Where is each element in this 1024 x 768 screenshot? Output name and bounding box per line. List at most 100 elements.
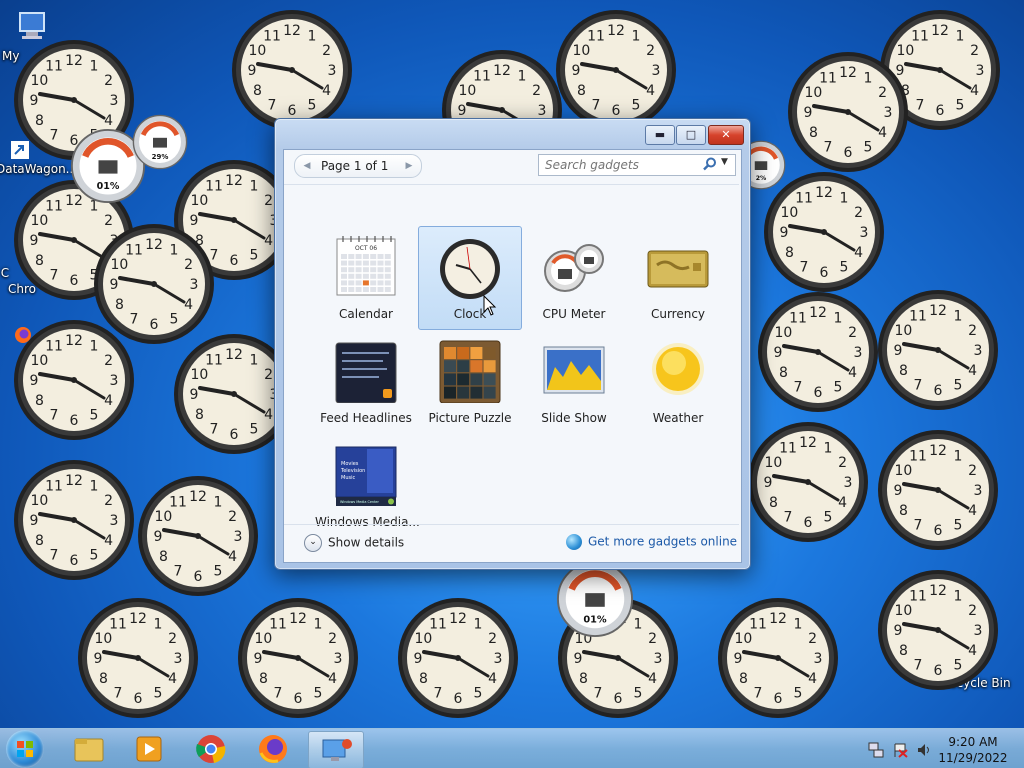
clock-numeral: 10 [894,323,912,339]
taskbar-media-player[interactable] [122,731,176,767]
clock-numeral: 10 [254,631,272,647]
puzzle-piece [483,373,496,386]
clock-numeral: 2 [878,85,887,101]
clock-numeral: 1 [840,190,849,206]
puzzle-piece [444,373,456,386]
clock-numeral: 10 [190,367,208,383]
calendar-day-cell [377,254,384,259]
network-icon[interactable] [868,742,884,758]
clock-numeral: 9 [774,345,783,361]
clock-numeral: 7 [114,686,123,702]
clock-numeral: 1 [954,448,963,464]
clock-numeral: 10 [894,463,912,479]
clock-numeral: 2 [104,73,113,89]
clock-numeral: 4 [328,671,337,687]
calendar-day-cell [348,287,355,292]
gadget-tile-calendar[interactable]: OCT 06 Calendar [314,226,418,330]
desktop-cpu-meter-gadget[interactable]: 01% [556,560,634,638]
calendar-day-cell [355,260,362,266]
clock-numeral: 9 [764,475,773,491]
desktop-clock-gadget[interactable]: 12 12 3 45678 9 1011 [12,458,136,582]
close-button[interactable]: ✕ [708,125,744,145]
clock-numeral: 10 [110,257,128,273]
taskbar-chrome[interactable] [184,731,238,767]
desktop-clock-gadget[interactable]: 12 12 3 45678 9 1011 [876,288,1000,412]
gadget-tile-cpu-meter[interactable]: CPU Meter [522,226,626,330]
desktop-clock-gadget[interactable]: 12 12 3 45678 9 1011 [716,596,840,720]
gadget-tile-clock[interactable]: Clock [418,226,522,330]
clock-numeral: 6 [70,273,79,289]
next-page-icon[interactable]: ▶ [399,155,419,177]
desktop-clock-gadget[interactable]: 12 12 3 45678 9 1011 [756,290,880,414]
desktop-clock-gadget[interactable]: 12 12 3 45678 9 1011 [396,596,520,720]
gadget-tile-windows-media[interactable]: Movies Television Music Windows Media Ce… [314,434,420,538]
clock-numeral: 4 [854,245,863,261]
start-button[interactable] [6,730,44,768]
clock-numeral: 2 [648,631,657,647]
prev-page-icon[interactable]: ◀ [297,155,317,177]
search-box[interactable]: ▼ [538,154,736,176]
clock-numeral: 2 [488,631,497,647]
clock-numeral: 3 [174,651,183,667]
desktop-clock-gadget[interactable]: 12 12 3 45678 9 1011 [136,474,260,598]
desktop-clock-gadget[interactable]: 12 12 3 45678 9 1011 [876,428,1000,552]
clock-numeral: 11 [909,588,927,604]
clock-numeral: 9 [110,277,119,293]
gadget-tile-weather[interactable]: Weather [626,330,730,434]
clock-numeral: 1 [154,616,163,632]
calendar-day-cell [370,267,377,273]
clock-numeral: 1 [954,588,963,604]
cursor-icon [483,295,497,316]
get-more-gadgets-link[interactable]: Get more gadgets online [566,534,737,550]
desktop-cpu-meter-gadget[interactable]: 29% [132,114,188,170]
taskbar: 9:20 AM 11/29/2022 [0,728,1024,768]
maximize-button[interactable]: □ [676,125,706,145]
action-center-flag-icon[interactable] [892,742,908,758]
calendar-day-cell [384,273,391,279]
clock-numeral: 6 [230,253,239,269]
desktop-clock-gadget[interactable]: 12 12 3 45678 9 1011 [554,8,678,132]
gadget-tile-currency[interactable]: Currency [626,226,730,330]
taskbar-firefox[interactable] [246,731,300,767]
gadget-label: Currency [650,307,706,321]
clock-numeral: 3 [844,475,853,491]
desktop-clock-gadget[interactable]: 12 12 3 45678 9 1011 [786,50,910,174]
calendar-day-cell [377,260,384,266]
search-icon[interactable] [703,157,717,171]
gadget-gallery-window[interactable]: ▬ □ ✕ ◀ Page 1 of 1 ▶ ▼ OCT 06 Calendar [274,118,751,570]
desktop-clock-gadget[interactable]: 12 12 3 45678 9 1011 [230,8,354,132]
desktop-clock-gadget[interactable]: 12 12 3 45678 9 1011 [746,420,870,544]
clock-numeral: 9 [30,93,39,109]
cpu-meter-value: 29% [152,153,169,161]
clock-numeral: 4 [168,671,177,687]
clock-numeral: 4 [104,533,113,549]
clock-numeral: 9 [734,651,743,667]
desktop-clock-gadget[interactable]: 12 12 3 45678 9 1011 [876,568,1000,692]
clock-numeral: 6 [934,663,943,679]
desktop-clock-gadget[interactable]: 12 12 3 45678 9 1011 [76,596,200,720]
calendar-day-cell [370,287,377,292]
clock-numeral: 11 [45,58,63,74]
desktop-clock-gadget[interactable]: 12 12 3 45678 9 1011 [236,596,360,720]
chevron-down-icon[interactable]: ▼ [721,157,728,167]
clock-numeral: 11 [109,616,127,632]
desktop-clock-gadget[interactable]: 12 12 3 45678 9 1011 [12,318,136,442]
clock-numeral: 3 [854,345,863,361]
clock-numeral: 4 [184,297,193,313]
calendar-day-cell [377,280,384,286]
clock-numeral: 1 [632,28,641,44]
minimize-icon: ▬ [654,128,666,141]
gadget-label: Feed Headlines [320,411,412,425]
taskbar-explorer[interactable] [62,731,116,767]
show-details-toggle[interactable]: ⌄ Show details [304,534,404,552]
gadget-tile-slide-show[interactable]: Slide Show [522,330,626,434]
clock-numeral: 3 [976,63,985,79]
clock-numeral: 3 [860,225,869,241]
gadget-tile-feed-headlines[interactable]: Feed Headlines [314,330,418,434]
gadget-tile-picture-puzzle[interactable]: Picture Puzzle [418,330,522,434]
minimize-button[interactable]: ▬ [645,125,675,145]
taskbar-clock[interactable]: 9:20 AM 11/29/2022 [928,734,1018,766]
search-input[interactable] [543,156,697,174]
puzzle-piece [470,347,483,359]
taskbar-gadgets[interactable] [308,731,364,768]
